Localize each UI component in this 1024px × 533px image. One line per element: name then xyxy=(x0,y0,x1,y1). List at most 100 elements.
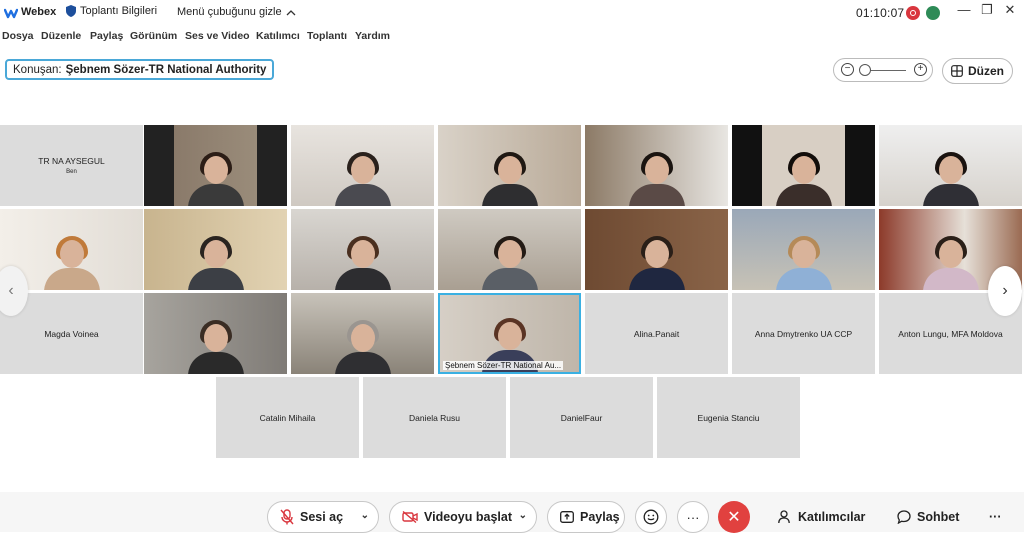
participant-video xyxy=(774,232,834,290)
participant-video-tile[interactable] xyxy=(732,125,875,206)
participant-tile[interactable]: DanielFaur xyxy=(510,377,653,458)
active-speaker-tile[interactable]: Şebnem Sözer-TR National Au... xyxy=(438,293,581,374)
participant-video-tile[interactable] xyxy=(585,209,728,290)
zoom-control: − + xyxy=(833,58,933,82)
participant-name: Alina.Panait xyxy=(633,328,680,339)
start-video-button[interactable]: Videoyu başlat ⌄ xyxy=(389,501,537,533)
menu-gorunum[interactable]: Görünüm xyxy=(130,30,177,42)
smiley-icon xyxy=(643,509,659,525)
participant-video-tile[interactable] xyxy=(879,125,1022,206)
close-window-button[interactable]: ✕ xyxy=(998,2,1022,18)
unmute-button[interactable]: Sesi aç ⌄ xyxy=(267,501,379,533)
chat-button[interactable]: Sohbet xyxy=(897,510,959,524)
participant-tile[interactable]: Alina.Panait xyxy=(585,293,728,374)
recording-icon[interactable] xyxy=(906,6,920,20)
chat-label: Sohbet xyxy=(917,510,960,524)
overflow-menu-button[interactable]: ··· xyxy=(989,510,1002,524)
participant-video-tile[interactable] xyxy=(438,125,581,206)
participant-video xyxy=(480,232,540,290)
video-off-icon xyxy=(402,511,418,523)
more-options-button[interactable]: ··· xyxy=(677,501,709,533)
menu-katilimci[interactable]: Katılımcı xyxy=(256,30,300,42)
microphone-muted-icon xyxy=(280,509,294,525)
participant-name: DanielFaur xyxy=(560,412,603,423)
chevron-up-icon xyxy=(286,9,296,15)
leave-meeting-button[interactable]: ✕ xyxy=(718,501,750,533)
restore-button[interactable]: ❐ xyxy=(975,2,999,18)
chat-bubble-icon xyxy=(897,510,911,524)
hide-menubar-label: Menü çubuğunu gizle xyxy=(177,6,282,18)
unmute-label: Sesi aç xyxy=(300,510,344,524)
app-name: Webex xyxy=(21,6,57,18)
participant-video-tile[interactable] xyxy=(291,209,434,290)
participant-video-tile[interactable] xyxy=(144,125,287,206)
share-screen-icon xyxy=(560,511,574,523)
participant-name: Anna Dmytrenko UA CCP xyxy=(754,328,853,339)
participant-name: Magda Voinea xyxy=(44,328,99,339)
chevron-right-icon: › xyxy=(1002,282,1008,299)
participant-tile-self[interactable]: TR NA AYSEGUL Ben xyxy=(0,125,143,206)
zoom-slider-knob[interactable] xyxy=(859,64,871,76)
menu-duzenle[interactable]: Düzenle xyxy=(41,30,81,42)
meeting-timer: 01:10:07 xyxy=(856,6,905,20)
participant-tile[interactable]: Eugenia Stanciu xyxy=(657,377,800,458)
next-page-button[interactable]: › xyxy=(988,266,1022,316)
chevron-down-icon[interactable]: ⌄ xyxy=(361,510,369,521)
participant-video-tile[interactable] xyxy=(291,293,434,374)
participant-video xyxy=(333,148,393,206)
more-icon: ··· xyxy=(989,510,1002,524)
menu-ses-ve-video[interactable]: Ses ve Video xyxy=(185,30,250,42)
menu-dosya[interactable]: Dosya xyxy=(2,30,34,42)
webex-logo-icon xyxy=(4,8,18,19)
speaker-name: Şebnem Sözer-TR National Authority xyxy=(65,63,267,76)
zoom-in-icon[interactable]: + xyxy=(914,63,927,76)
participant-video xyxy=(921,232,981,290)
participant-video xyxy=(921,148,981,206)
participant-tile[interactable]: Daniela Rusu xyxy=(363,377,506,458)
share-label: Paylaş xyxy=(580,510,620,524)
participant-name: Catalin Mihaila xyxy=(259,412,316,423)
participant-video-tile[interactable] xyxy=(732,209,875,290)
participants-label: Katılımcılar xyxy=(798,510,866,524)
participant-video xyxy=(186,316,246,374)
chevron-down-icon[interactable]: ⌄ xyxy=(519,510,527,521)
chevron-left-icon: ‹ xyxy=(8,282,14,299)
start-video-label: Videoyu başlat xyxy=(424,510,512,524)
participant-name: Eugenia Stanciu xyxy=(697,412,760,423)
more-options-icon: ··· xyxy=(686,509,700,525)
participant-name: Daniela Rusu xyxy=(408,412,461,423)
hide-menubar-button[interactable]: Menü çubuğunu gizle xyxy=(177,6,296,18)
meeting-info-label: Toplantı Bilgileri xyxy=(80,5,158,17)
participant-video-tile[interactable] xyxy=(144,209,287,290)
menu-toplanti[interactable]: Toplantı xyxy=(307,30,347,42)
participant-name: TR NA AYSEGUL xyxy=(38,156,105,166)
shield-icon xyxy=(66,5,76,17)
zoom-out-icon[interactable]: − xyxy=(841,63,854,76)
share-button[interactable]: Paylaş xyxy=(547,501,625,533)
layout-button[interactable]: Düzen xyxy=(942,58,1013,84)
video-grid: TR NA AYSEGUL Ben Magda Voinea Şebnem Sö… xyxy=(0,125,1024,460)
reactions-button[interactable] xyxy=(635,501,667,533)
participants-button[interactable]: Katılımcılar xyxy=(778,510,865,524)
participant-video xyxy=(333,232,393,290)
participant-video xyxy=(774,148,834,206)
self-label: Ben xyxy=(66,169,77,175)
person-icon xyxy=(778,510,790,524)
network-health-icon[interactable] xyxy=(926,6,940,20)
participant-tile[interactable]: Catalin Mihaila xyxy=(216,377,359,458)
participant-video xyxy=(480,148,540,206)
participant-tile[interactable]: Anna Dmytrenko UA CCP xyxy=(732,293,875,374)
participant-video-tile[interactable] xyxy=(291,125,434,206)
minimize-button[interactable]: — xyxy=(952,2,976,17)
participant-video-tile[interactable] xyxy=(438,209,581,290)
menu-yardim[interactable]: Yardım xyxy=(355,30,390,42)
participant-caption: Şebnem Sözer-TR National Au... xyxy=(443,361,564,370)
participant-video-tile[interactable] xyxy=(585,125,728,206)
participant-video xyxy=(42,232,102,290)
active-speaker-label: Konuşan: Şebnem Sözer-TR National Author… xyxy=(5,59,275,80)
participant-video xyxy=(333,316,393,374)
meeting-info-button[interactable]: Toplantı Bilgileri xyxy=(66,5,157,17)
speaker-prefix: Konuşan: xyxy=(13,63,62,76)
menu-paylas[interactable]: Paylaş xyxy=(90,30,123,42)
participant-video-tile[interactable] xyxy=(144,293,287,374)
